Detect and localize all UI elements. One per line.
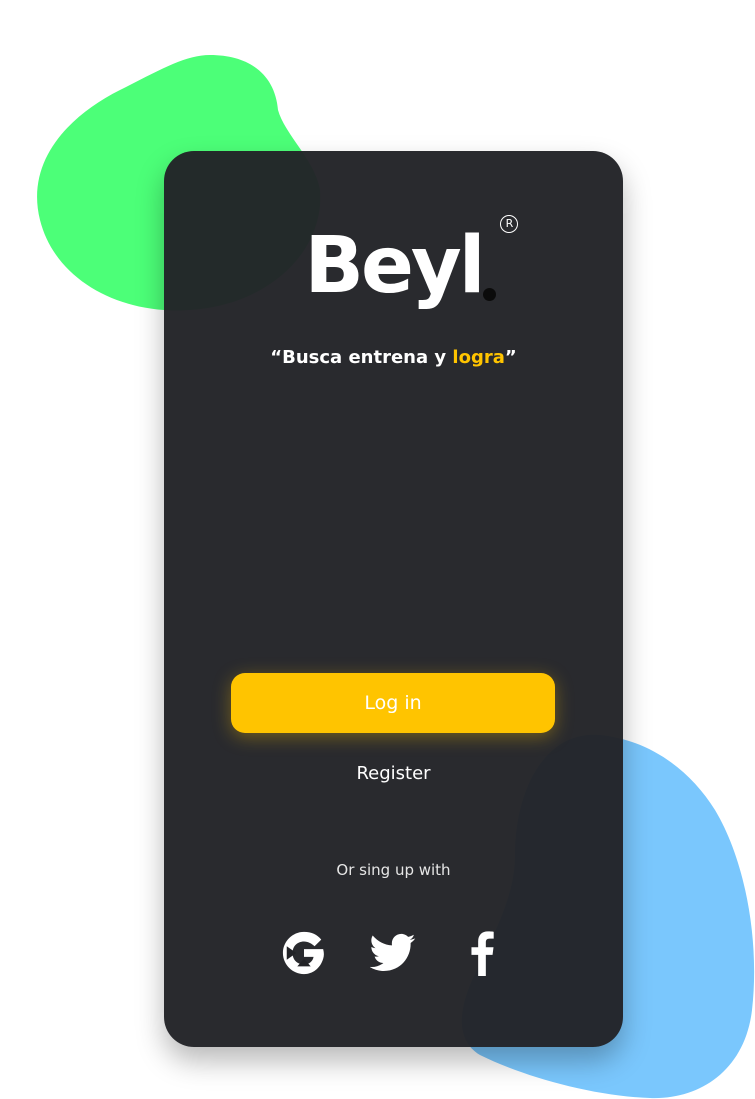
social-signup-prompt: Or sing up with — [336, 861, 451, 879]
brand-name: Beyl — [304, 221, 486, 311]
twitter-signup-button[interactable] — [369, 929, 417, 977]
login-card: Beyl R “Busca entrena y logra” Log in Re… — [164, 151, 623, 1047]
brand-logo: Beyl R — [164, 215, 623, 331]
tagline-accent: logra — [452, 347, 505, 368]
google-signup-button[interactable] — [280, 929, 328, 977]
facebook-icon — [471, 931, 494, 976]
tagline-text: Busca entrena y — [282, 347, 453, 368]
facebook-signup-button[interactable] — [458, 929, 506, 977]
register-link[interactable]: Register — [164, 763, 623, 784]
tagline: “Busca entrena y logra” — [270, 347, 517, 368]
registered-mark-icon: R — [500, 215, 519, 233]
google-icon — [282, 931, 324, 975]
screen: Beyl R “Busca entrena y logra” Log in Re… — [0, 0, 755, 1099]
twitter-icon — [370, 933, 416, 972]
logo-dot — [483, 288, 497, 301]
login-button[interactable]: Log in — [231, 673, 555, 733]
